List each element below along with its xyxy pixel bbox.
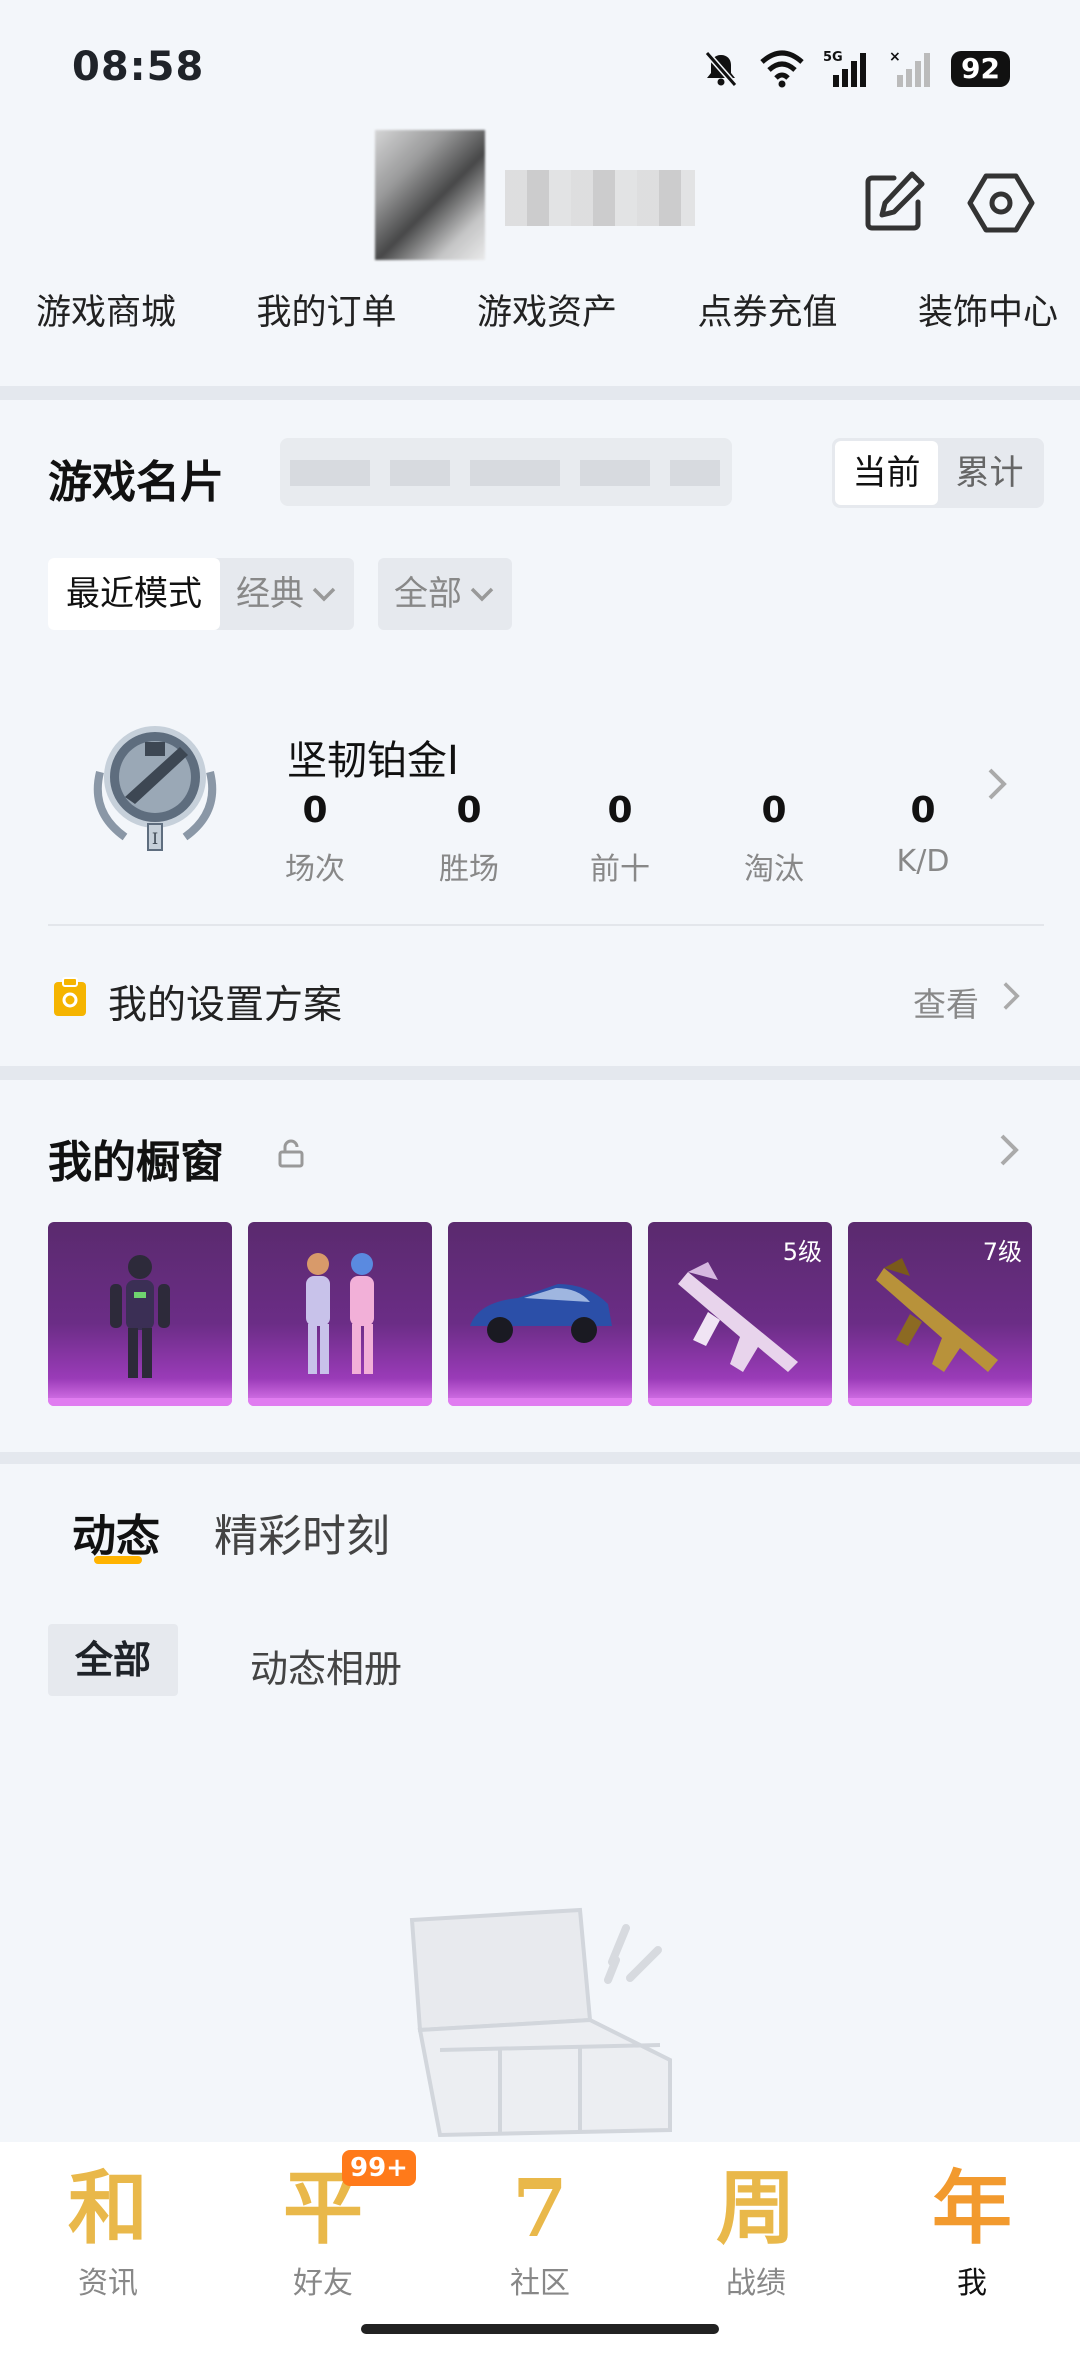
stat-label: 场次 (285, 852, 345, 887)
showcase-tiles: 5级 7级 (48, 1222, 1032, 1406)
chevron-down-icon (470, 587, 494, 602)
stat-matches: 0 场次 (255, 790, 375, 888)
showcase-tile[interactable]: 5级 (648, 1222, 832, 1406)
tab-label: 战绩 (726, 2266, 786, 2301)
tab-news[interactable]: 和 资讯 (33, 2160, 183, 2302)
tab-label: 我 (957, 2266, 987, 2301)
scope-group: 全部 (378, 558, 512, 630)
chevron-right-icon (1003, 982, 1020, 1010)
status-icons: 5G × 92 (701, 48, 1010, 90)
sports-car-icon (470, 1284, 612, 1343)
wifi-icon (760, 50, 804, 88)
battery-indicator: 92 (951, 51, 1010, 87)
nav-game-assets[interactable]: 游戏资产 (477, 284, 617, 354)
stat-label: K/D (896, 844, 950, 879)
edit-icon[interactable] (858, 168, 928, 238)
twin-suits-icon (306, 1253, 374, 1374)
tile-level: 7级 (982, 1238, 1022, 1266)
stat-kills: 0 淘汰 (714, 790, 834, 888)
stat-value: 0 (607, 790, 633, 831)
mecha-suit-icon (110, 1255, 170, 1378)
filter-classic[interactable]: 经典 (220, 558, 354, 630)
divider (0, 1452, 1080, 1464)
settings-plan-label: 我的设置方案 (108, 983, 343, 1028)
tab-feed[interactable]: 动态 (72, 1500, 160, 1564)
player-id-blurred (280, 438, 732, 506)
game-card-title: 游戏名片 (48, 457, 224, 508)
chevron-down-icon (312, 587, 336, 602)
username-blurred (505, 170, 695, 226)
tile-level: 5级 (782, 1238, 822, 1266)
stat-kd: 0 K/D (863, 790, 983, 879)
avatar[interactable] (375, 130, 485, 260)
tab-records[interactable]: 周 战绩 (681, 2160, 831, 2302)
showcase-title: 我的橱窗 (48, 1137, 224, 1188)
svg-text:I: I (152, 829, 158, 848)
current-total-toggle: 当前 累计 (832, 438, 1044, 508)
tab-active-indicator (94, 1556, 142, 1564)
filter-all-label: 全部 (394, 574, 462, 614)
mode-group: 最近模式 经典 (48, 558, 354, 630)
tab-label: 好友 (293, 2266, 353, 2301)
mode-filters: 最近模式 经典 全部 (48, 558, 512, 630)
records-icon: 周 (716, 2161, 796, 2255)
stat-label: 淘汰 (744, 852, 804, 887)
signal-weak-icon: × (889, 49, 931, 87)
settings-icon[interactable] (966, 168, 1036, 238)
settings-plan-view[interactable]: 查看 (913, 978, 979, 1026)
status-time: 08:58 (72, 44, 205, 90)
svg-text:5G: 5G (823, 50, 843, 65)
tab-highlights[interactable]: 精彩时刻 (214, 1500, 390, 1564)
divider (0, 386, 1080, 400)
stat-wins: 0 胜场 (409, 790, 529, 888)
rank-name: 坚韧铂金Ⅰ (287, 738, 459, 784)
filter-classic-label: 经典 (236, 574, 304, 614)
stat-value: 0 (910, 790, 936, 831)
tab-label: 社区 (510, 2266, 570, 2301)
nav-my-orders[interactable]: 我的订单 (256, 284, 396, 354)
nav-recharge[interactable]: 点券充值 (697, 284, 837, 354)
showcase-tile[interactable] (448, 1222, 632, 1406)
stat-value: 0 (761, 790, 787, 831)
stat-value: 0 (302, 790, 328, 831)
stat-top10: 0 前十 (560, 790, 680, 888)
empty-box-icon (409, 1907, 672, 2138)
stat-value: 0 (456, 790, 482, 831)
chevron-right-icon[interactable] (998, 1132, 1020, 1168)
stat-label: 胜场 (439, 852, 499, 887)
clipboard-gear-icon (54, 977, 86, 1016)
unlock-icon[interactable] (276, 1138, 306, 1168)
stat-label: 前十 (590, 852, 650, 887)
divider (48, 924, 1044, 926)
me-icon: 年 (932, 2161, 1012, 2255)
bottom-tab-bar: 和 资讯 平 好友 7 社区 周 战绩 年 我 (0, 2142, 1080, 2354)
filter-recent-mode[interactable]: 最近模式 (48, 558, 220, 630)
svg-text:×: × (889, 49, 901, 65)
nav-decoration-center[interactable]: 装饰中心 (918, 284, 1058, 354)
subtab-album[interactable]: 动态相册 (250, 1638, 402, 1693)
divider (0, 1066, 1080, 1080)
mute-bell-icon (704, 51, 738, 87)
filter-all[interactable]: 全部 (378, 558, 512, 630)
showcase-tile[interactable] (48, 1222, 232, 1406)
signal-5g-icon: 5G (823, 50, 867, 87)
chevron-right-icon[interactable] (986, 766, 1008, 802)
rank-badge-icon[interactable]: I (80, 712, 230, 862)
subtab-all[interactable]: 全部 (48, 1624, 178, 1696)
friends-count-badge: 99+ (342, 2150, 416, 2186)
segment-total[interactable]: 累计 (938, 441, 1041, 505)
nav-game-store[interactable]: 游戏商城 (36, 284, 176, 354)
tab-me[interactable]: 年 我 (897, 2160, 1047, 2302)
tab-community[interactable]: 7 社区 (465, 2160, 615, 2302)
news-icon: 和 (68, 2161, 148, 2255)
quick-nav: 游戏商城 我的订单 游戏资产 点券充值 装饰中心 (0, 284, 1080, 354)
status-bar: 08:58 5G × 92 (0, 0, 1080, 130)
segment-current[interactable]: 当前 (835, 441, 938, 505)
showcase-tile[interactable]: 7级 (848, 1222, 1032, 1406)
tab-label: 资讯 (78, 2266, 138, 2301)
home-indicator[interactable] (361, 2324, 719, 2334)
community-icon: 7 (512, 2161, 568, 2255)
showcase-tile[interactable] (248, 1222, 432, 1406)
